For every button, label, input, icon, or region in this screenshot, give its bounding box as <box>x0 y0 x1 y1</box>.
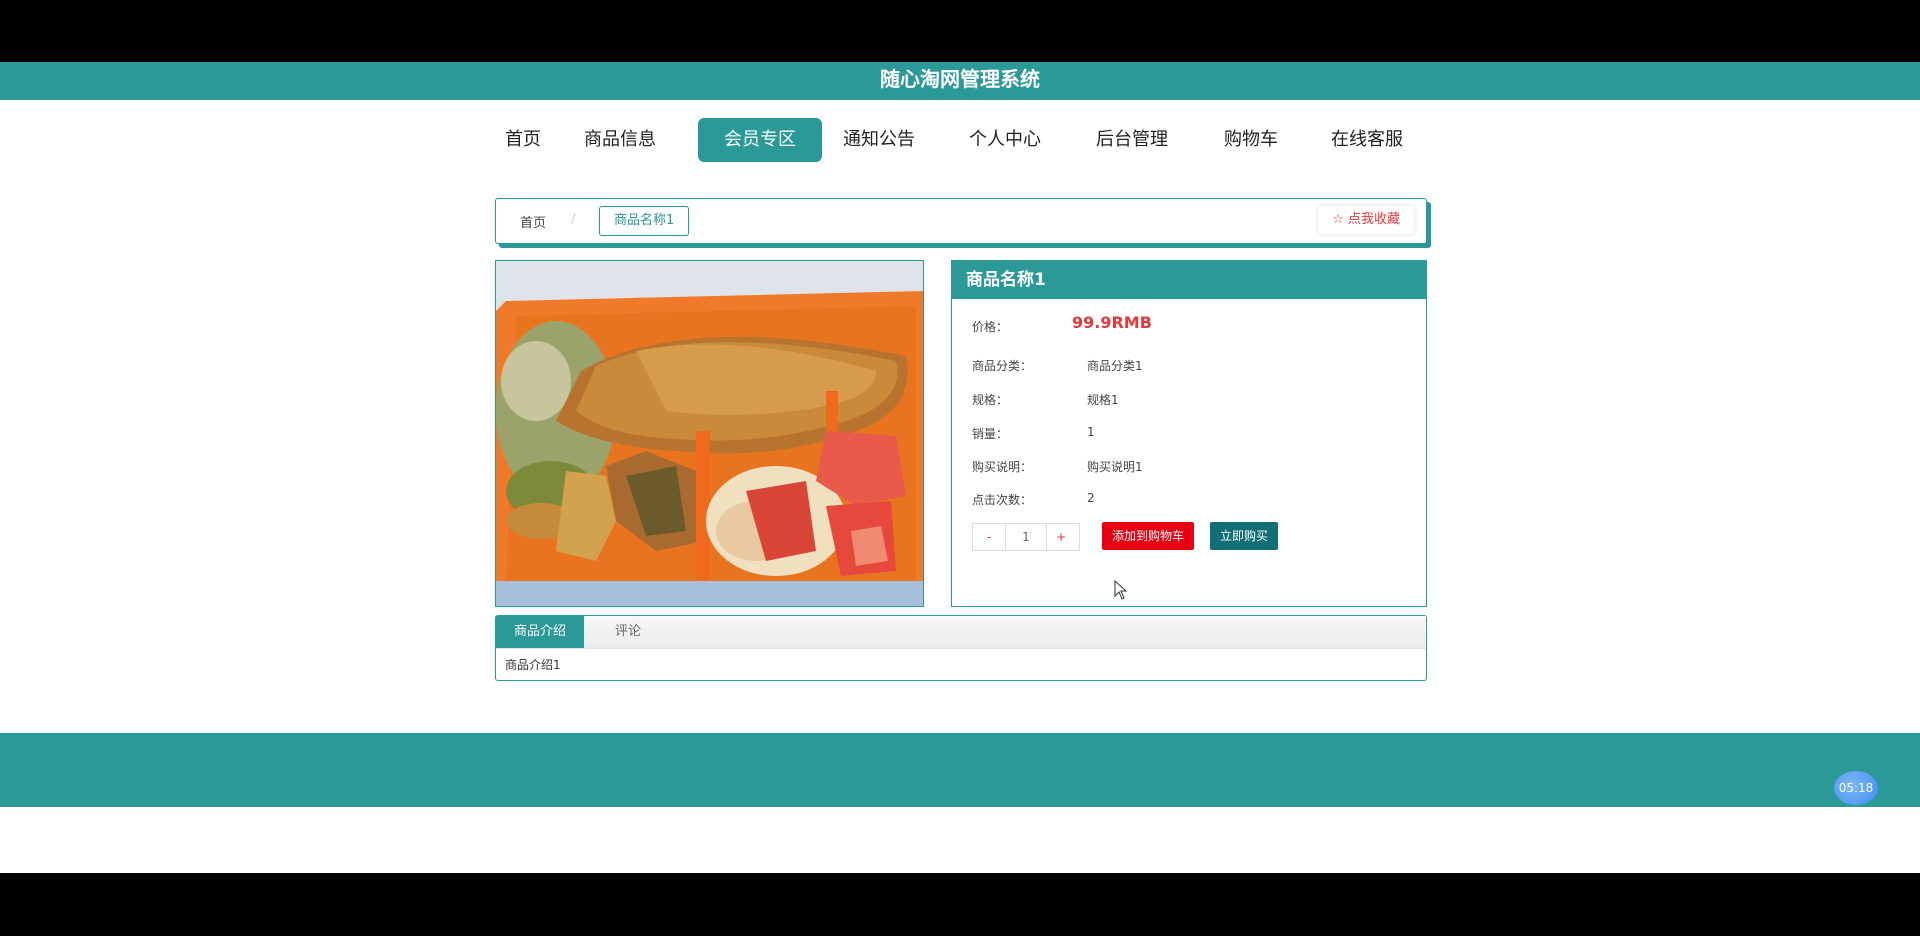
nav-admin[interactable]: 后台管理 <box>1084 118 1180 162</box>
spec-label: 规格： <box>972 393 1009 407</box>
category-value: 商品分类1 <box>1087 359 1143 373</box>
tab-bar: 商品介绍 评论 <box>496 616 1426 649</box>
click-count-label: 点击次数： <box>972 493 1033 507</box>
spec-value: 规格1 <box>1087 393 1119 407</box>
clock-badge: 05:18 <box>1834 771 1878 805</box>
quantity-plus-button[interactable]: + <box>1045 524 1077 550</box>
quantity-stepper: - 1 + <box>972 523 1080 551</box>
breadcrumb-current[interactable]: 商品名称1 <box>599 206 690 236</box>
nav-member-zone[interactable]: 会员专区 <box>698 118 822 162</box>
click-count-value: 2 <box>1087 491 1095 505</box>
nav-cart[interactable]: 购物车 <box>1212 118 1290 162</box>
favorite-button[interactable]: ☆ 点我收藏 <box>1318 206 1414 234</box>
product-info-panel: 商品名称1 价格： 99.9RMB 商品分类： 商品分类1 规格： 规格1 销量… <box>951 260 1427 607</box>
footer <box>0 733 1920 807</box>
mouse-cursor-icon <box>1114 579 1128 604</box>
food-photo <box>496 261 923 606</box>
product-image <box>495 260 924 607</box>
tab-content: 商品介绍1 <box>505 658 561 672</box>
breadcrumb: 首页 / 商品名称1 ☆ 点我收藏 <box>495 198 1427 244</box>
quantity-input[interactable]: 1 <box>1005 524 1047 550</box>
tab-comments[interactable]: 评论 <box>584 616 672 648</box>
add-to-cart-button[interactable]: 添加到购物车 <box>1102 522 1195 550</box>
tab-product-intro[interactable]: 商品介绍 <box>496 616 584 648</box>
price-label: 价格： <box>972 320 1009 334</box>
sales-value: 1 <box>1087 425 1095 439</box>
breadcrumb-separator: / <box>571 212 576 227</box>
purchase-note-value: 购买说明1 <box>1087 460 1143 474</box>
product-detail-tabs: 商品介绍 评论 商品介绍1 <box>495 615 1427 681</box>
browser-viewport: 随心淘网管理系统 首页 商品信息 会员专区 通知公告 个人中心 后台管理 购物车… <box>0 62 1920 873</box>
quantity-minus-button[interactable]: - <box>973 524 1005 550</box>
nav-notices[interactable]: 通知公告 <box>831 118 927 162</box>
nav-home[interactable]: 首页 <box>490 118 556 162</box>
sales-label: 销量： <box>972 427 1009 441</box>
breadcrumb-home[interactable]: 首页 <box>520 212 546 231</box>
purchase-note-label: 购买说明： <box>972 460 1033 474</box>
site-title-bar: 随心淘网管理系统 <box>0 62 1920 100</box>
site-title: 随心淘网管理系统 <box>880 67 1040 91</box>
nav-profile[interactable]: 个人中心 <box>957 118 1053 162</box>
product-name: 商品名称1 <box>952 261 1426 299</box>
nav-products[interactable]: 商品信息 <box>572 118 668 162</box>
category-label: 商品分类： <box>972 359 1033 373</box>
price-value: 99.9RMB <box>1072 313 1152 332</box>
buy-now-button[interactable]: 立即购买 <box>1210 522 1279 550</box>
nav-support[interactable]: 在线客服 <box>1319 118 1415 162</box>
